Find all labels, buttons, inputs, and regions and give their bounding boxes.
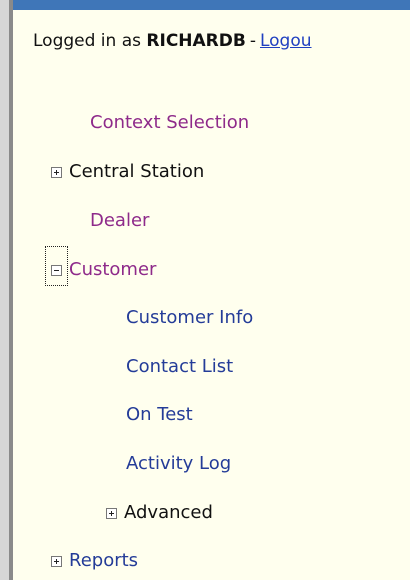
nav-dealer[interactable]: Dealer <box>90 210 149 232</box>
left-gutter <box>0 0 9 580</box>
panel-top-bar <box>13 0 410 10</box>
nav-advanced[interactable]: Advanced <box>124 502 213 524</box>
login-status: Logged in as RICHARDB - Logou <box>33 31 312 51</box>
logout-link[interactable]: Logou <box>260 31 312 51</box>
nav-central-station[interactable]: Central Station <box>69 161 204 183</box>
login-prefix: Logged in as <box>33 31 141 51</box>
navigation-panel: Logged in as RICHARDB - Logou Context Sele… <box>13 0 410 580</box>
expand-plus-icon[interactable] <box>51 167 62 178</box>
collapse-minus-icon[interactable] <box>51 265 62 276</box>
nav-customer-info[interactable]: Customer Info <box>126 307 253 329</box>
nav-reports[interactable]: Reports <box>69 550 138 572</box>
expand-plus-icon[interactable] <box>51 556 62 567</box>
username: RICHARDB <box>146 31 246 51</box>
nav-customer[interactable]: Customer <box>69 259 156 281</box>
expand-plus-icon[interactable] <box>106 508 117 519</box>
login-separator: - <box>249 31 256 51</box>
nav-activity-log[interactable]: Activity Log <box>126 453 231 475</box>
nav-context-selection[interactable]: Context Selection <box>90 112 249 134</box>
nav-contact-list[interactable]: Contact List <box>126 356 233 378</box>
nav-on-test[interactable]: On Test <box>126 404 193 426</box>
